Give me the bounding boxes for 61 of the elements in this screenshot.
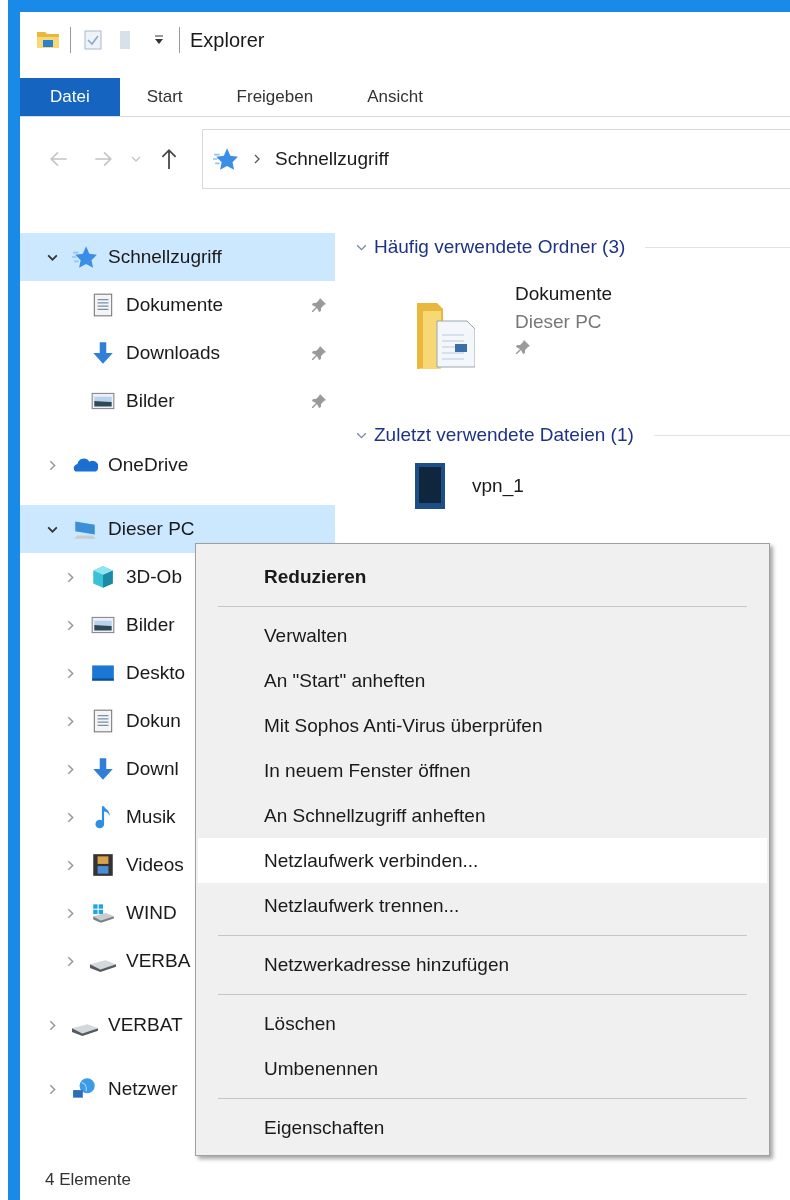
file-name[interactable]: vpn_1 xyxy=(472,475,524,497)
nav-label: Dokun xyxy=(126,710,181,732)
nav-item[interactable]: OneDrive xyxy=(20,441,335,489)
nav-label: VERBAT xyxy=(108,1014,183,1036)
cube-icon xyxy=(90,564,116,590)
menu-item[interactable]: In neuem Fenster öffnen xyxy=(198,748,767,793)
nav-label: Bilder xyxy=(126,390,175,412)
menu-item[interactable]: An Schnellzugriff anheften xyxy=(198,793,767,838)
star-icon xyxy=(72,244,98,270)
menu-item[interactable]: An "Start" anheften xyxy=(198,658,767,703)
ribbon-tab[interactable]: Start xyxy=(119,78,210,116)
nav-item[interactable]: Dokumente xyxy=(20,281,335,329)
group-header[interactable]: Zuletzt verwendete Dateien (1) xyxy=(374,424,634,446)
nav-label: Musik xyxy=(126,806,176,828)
pin-icon xyxy=(311,345,327,361)
menu-item[interactable]: Löschen xyxy=(198,1001,767,1046)
folder-name[interactable]: Dokumente xyxy=(515,283,613,305)
folder-location: Dieser PC xyxy=(515,311,603,333)
group-header[interactable]: Häufig verwendete Ordner (3) xyxy=(374,236,626,258)
window-title: Explorer xyxy=(190,28,265,52)
address-bar[interactable]: Schnellzugriff xyxy=(202,129,790,189)
nav-item[interactable]: Schnellzugriff xyxy=(20,233,335,281)
pin-icon xyxy=(515,339,531,355)
nav-label: Downl xyxy=(126,758,179,780)
nav-item[interactable]: Bilder xyxy=(20,377,335,425)
nav-item[interactable]: Dieser PC xyxy=(20,505,335,553)
properties-check-icon[interactable] xyxy=(81,28,105,52)
file-thumbnail-icon[interactable] xyxy=(415,463,445,509)
nav-label: Netzwer xyxy=(108,1078,178,1100)
menu-item[interactable]: Netzwerkadresse hinzufügen xyxy=(198,942,767,987)
ribbon-tab[interactable]: Datei xyxy=(20,78,120,116)
nav-label: Bilder xyxy=(126,614,175,636)
ribbon-tab[interactable]: Freigeben xyxy=(209,78,341,116)
menu-item[interactable]: Netzlaufwerk verbinden... xyxy=(198,838,767,883)
menu-item[interactable]: Eigenschaften xyxy=(198,1105,767,1150)
menu-item[interactable]: Umbenennen xyxy=(198,1046,767,1091)
pin-icon xyxy=(311,393,327,409)
nav-label: 3D-Ob xyxy=(126,566,182,588)
star-icon xyxy=(213,146,239,172)
nav-label: VERBA xyxy=(126,950,191,972)
status-text: 4 Elemente xyxy=(44,1169,132,1191)
nav-label: Downloads xyxy=(126,342,220,364)
film-strip-icon xyxy=(90,852,116,878)
nav-label: WIND xyxy=(126,902,177,924)
menu-item[interactable]: Netzlaufwerk trennen... xyxy=(198,883,767,928)
dropdown-icon[interactable] xyxy=(153,34,165,46)
nav-label: Deskto xyxy=(126,662,186,684)
menu-item[interactable]: Verwalten xyxy=(198,613,767,658)
nav-label: Videos xyxy=(126,854,184,876)
pin-icon xyxy=(311,297,327,313)
nav-label: Dokumente xyxy=(126,294,224,316)
nav-label: OneDrive xyxy=(108,454,189,476)
nav-label: Schnellzugriff xyxy=(108,246,222,268)
breadcrumb[interactable]: Schnellzugriff xyxy=(275,148,389,170)
nav-item[interactable]: Downloads xyxy=(20,329,335,377)
nav-label: Dieser PC xyxy=(108,518,195,540)
ribbon-tab[interactable]: Ansicht xyxy=(340,78,450,116)
menu-item[interactable]: Mit Sophos Anti-Virus überprüfen xyxy=(198,703,767,748)
menu-item[interactable]: Reduzieren xyxy=(198,554,767,599)
drive-icon xyxy=(72,1022,98,1036)
drive-icon xyxy=(90,958,116,972)
